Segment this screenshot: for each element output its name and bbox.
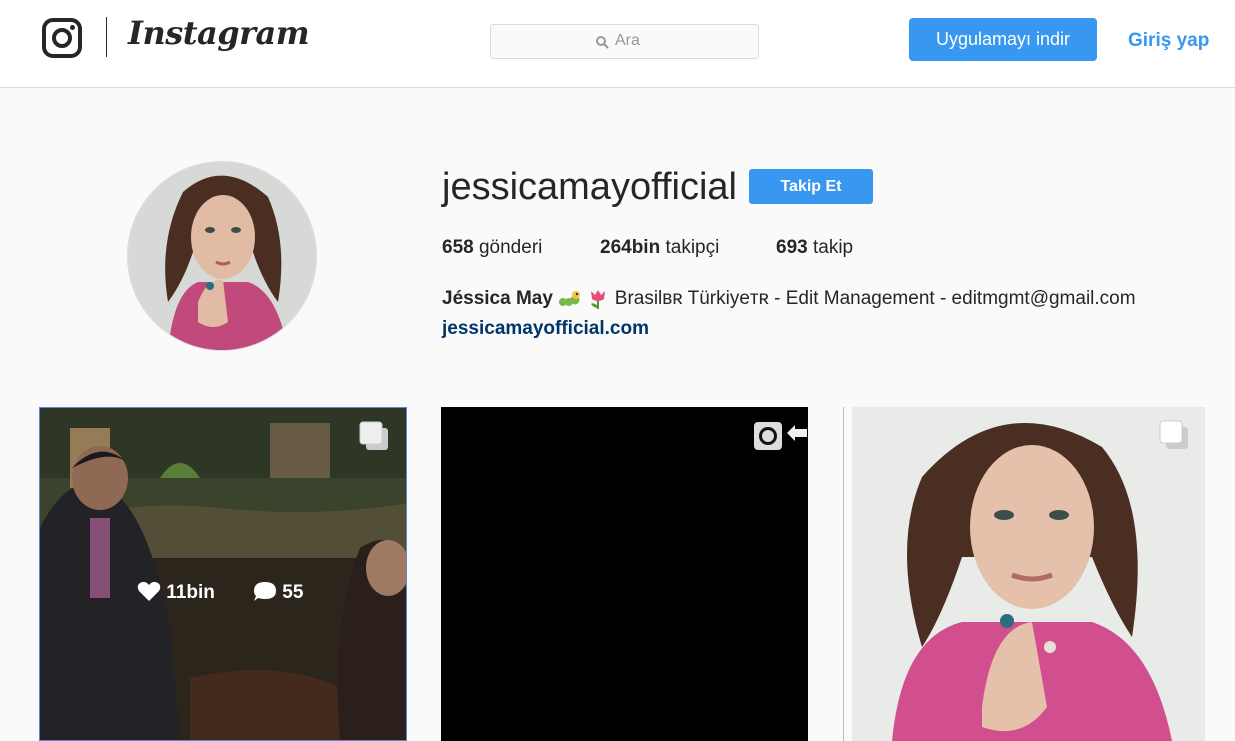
profile-bio: Jéssica May Brasilʙʀ Türkiyeᴛʀ - Edit Ma… xyxy=(442,288,1136,310)
top-navigation-bar: Instagram Uygulamayı indir Giriş yap xyxy=(0,0,1235,88)
follow-button[interactable]: Takip Et xyxy=(749,169,873,204)
comment-bubble-icon xyxy=(254,582,276,601)
heart-icon xyxy=(137,581,161,601)
like-stat-overlay: 11bin xyxy=(137,580,215,604)
grid-divider xyxy=(843,407,844,741)
like-count: 11bin xyxy=(166,582,215,603)
post-image xyxy=(852,407,1205,741)
profile-full-name: Jéssica May xyxy=(442,288,553,310)
following-label: takip xyxy=(812,237,854,258)
search-input[interactable] xyxy=(615,31,745,51)
post-thumbnail[interactable] xyxy=(441,407,808,741)
post-thumbnail[interactable] xyxy=(852,407,1205,741)
caterpillar-emoji-icon xyxy=(559,291,581,306)
following-stat[interactable]: 693 takip xyxy=(776,237,853,259)
posts-count: 658 xyxy=(442,237,474,258)
posts-label: gönderi xyxy=(478,237,543,258)
posts-count-stat: 658 gönderi xyxy=(442,237,542,259)
search-icon xyxy=(596,36,609,49)
comment-stat-overlay: 55 xyxy=(253,580,303,604)
carousel-icon xyxy=(359,421,388,450)
followers-count: 264bin xyxy=(600,237,661,258)
post-thumbnail[interactable]: 11bin 55 xyxy=(39,407,407,741)
instagram-camera-icon[interactable] xyxy=(42,18,82,58)
search-box[interactable] xyxy=(490,24,759,59)
login-link[interactable]: Giriş yap xyxy=(1128,30,1209,52)
video-icon xyxy=(754,422,782,450)
post-image xyxy=(40,408,406,740)
followers-label: takipçi xyxy=(665,237,720,258)
bio-website-link[interactable]: jessicamayofficial.com xyxy=(442,318,649,340)
comment-count: 55 xyxy=(282,582,304,603)
carousel-icon xyxy=(787,425,807,441)
carousel-icon xyxy=(1159,420,1188,449)
followers-stat[interactable]: 264bin takipçi xyxy=(600,237,719,259)
logo-divider xyxy=(106,17,107,57)
profile-avatar[interactable] xyxy=(127,161,317,351)
following-count: 693 xyxy=(776,237,808,258)
tulip-emoji-icon xyxy=(591,290,606,309)
profile-username: jessicamayofficial xyxy=(442,166,737,208)
instagram-wordmark[interactable]: Instagram xyxy=(128,14,310,52)
bio-text: Brasilʙʀ Türkiyeᴛʀ - Edit Management - e… xyxy=(614,288,1136,310)
download-app-button[interactable]: Uygulamayı indir xyxy=(909,18,1097,61)
